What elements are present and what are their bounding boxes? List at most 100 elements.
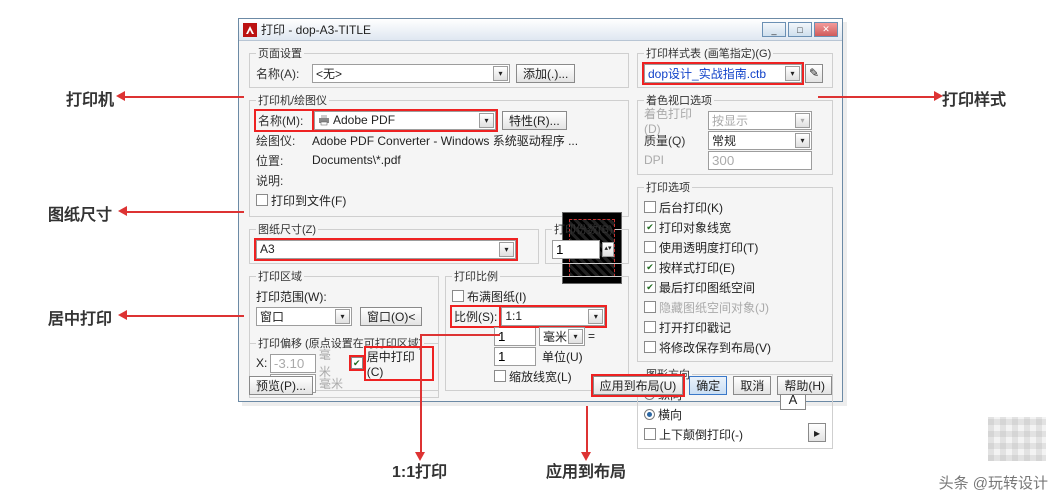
plot-styles-label: 按样式打印(E) (659, 259, 735, 276)
button-bar: 预览(P)... 应用到布局(U) 确定 取消 帮助(H) (249, 376, 832, 395)
arrow-line (586, 406, 588, 452)
page-name-label: 名称(A): (256, 65, 312, 82)
annotation-scale: 1:1打印 (392, 458, 447, 482)
upside-down-label: 上下颠倒打印(-) (659, 426, 743, 443)
apply-to-layout-button[interactable]: 应用到布局(U) (593, 376, 684, 395)
cancel-button[interactable]: 取消 (733, 376, 771, 395)
preview-button[interactable]: 预览(P)... (249, 376, 313, 395)
copies-input[interactable] (552, 240, 600, 259)
plot-style-table-legend: 打印样式表 (画笔指定)(G) (644, 45, 773, 61)
background-plot-label: 后台打印(K) (659, 199, 723, 216)
scale-num2-input[interactable] (494, 347, 536, 366)
plot-style-value: dop设计_实战指南.ctb (648, 65, 766, 82)
paper-size-combo[interactable]: A3 ▾ (256, 240, 516, 259)
plot-style-edit-button[interactable]: ✎ (805, 64, 823, 83)
quality-combo[interactable]: 常规▾ (708, 131, 812, 150)
offset-x-input (270, 354, 316, 373)
shade-plot-value: 按显示 (712, 112, 748, 129)
copies-legend: 打印份数(B) (552, 221, 615, 237)
arrow-head-icon (118, 206, 127, 216)
chevron-down-icon: ▾ (568, 329, 583, 344)
arrow-head-icon (934, 91, 943, 101)
plot-stamp-label: 打开打印戳记 (659, 319, 731, 336)
save-changes-label: 将修改保存到布局(V) (659, 339, 771, 356)
plot-styles-checkbox[interactable] (644, 261, 656, 273)
scale-unit1-combo[interactable]: 毫米▾ (539, 327, 585, 346)
hide-paperspace-label: 隐藏图纸空间对象(J) (659, 299, 769, 316)
plot-scale-legend: 打印比例 (452, 268, 500, 284)
chevron-right-icon: ▸ (814, 426, 820, 440)
hide-paperspace-checkbox (644, 301, 656, 313)
scale-ratio-label: 比例(S): (452, 307, 499, 326)
center-plot-checkbox[interactable] (351, 357, 363, 369)
page-name-value: <无> (316, 65, 342, 82)
desc-label: 说明: (256, 172, 312, 189)
plot-area-legend: 打印区域 (256, 268, 304, 284)
background-plot-checkbox[interactable] (644, 201, 656, 213)
chevron-down-icon: ▾ (785, 66, 800, 81)
plot-options-legend: 打印选项 (644, 179, 692, 195)
annotation-apply: 应用到布局 (546, 458, 626, 482)
scale-num1-input[interactable] (494, 327, 536, 346)
close-button[interactable]: ✕ (814, 22, 838, 37)
window-pick-button[interactable]: 窗口(O)< (360, 307, 422, 326)
dpi-label: DPI (644, 153, 708, 167)
chevron-down-icon: ▾ (499, 242, 514, 257)
plot-range-combo[interactable]: 窗口▾ (256, 307, 352, 326)
printer-properties-button[interactable]: 特性(R)... (502, 111, 567, 130)
ok-button[interactable]: 确定 (689, 376, 727, 395)
help-button[interactable]: 帮助(H) (777, 376, 832, 395)
plot-range-value: 窗口 (260, 308, 284, 325)
landscape-label: 横向 (658, 406, 682, 423)
dpi-input (708, 151, 812, 170)
page-name-combo[interactable]: <无> ▾ (312, 64, 510, 83)
arrow-line (126, 315, 244, 317)
upside-down-checkbox[interactable] (644, 428, 656, 440)
fit-to-paper-label: 布满图纸(I) (467, 288, 526, 305)
add-button[interactable]: 添加(.)... (516, 64, 575, 83)
center-plot-label: 居中打印(C) (366, 348, 432, 379)
plot-options-group: 打印选项 后台打印(K) 打印对象线宽 使用透明度打印(T) 按样式打印(E) … (637, 179, 833, 362)
scale-ratio-combo[interactable]: 1:1▾ (501, 307, 605, 326)
printer-name-value: Adobe PDF (333, 113, 395, 127)
titlebar: 打印 - dop-A3-TITLE _ □ ✕ (239, 19, 842, 41)
plot-stamp-checkbox[interactable] (644, 321, 656, 333)
copies-spinner[interactable]: ▴▾ (602, 242, 614, 257)
paperspace-last-checkbox[interactable] (644, 281, 656, 293)
copies-group: 打印份数(B) ▴▾ (545, 221, 629, 264)
plotter-label: 绘图仪: (256, 132, 312, 149)
maximize-button[interactable]: □ (788, 22, 812, 37)
app-logo-icon (243, 23, 257, 37)
pencil-icon: ✎ (809, 66, 819, 80)
arrow-head-icon (118, 310, 127, 320)
equals-label: = (588, 329, 595, 343)
arrow-line (818, 96, 936, 98)
expand-button[interactable]: ▸ (808, 423, 826, 442)
printer-name-label: 名称(M): (256, 111, 312, 130)
plot-to-file-checkbox[interactable] (256, 194, 268, 206)
plot-lineweights-label: 打印对象线宽 (659, 219, 731, 236)
annotation-center: 居中打印 (48, 305, 112, 329)
save-changes-checkbox[interactable] (644, 341, 656, 353)
plot-lineweights-checkbox[interactable] (644, 221, 656, 233)
plotter-value: Adobe PDF Converter - Windows 系统驱动程序 ... (312, 132, 578, 149)
scale-unit1-value: 毫米 (543, 328, 567, 345)
paper-size-group: 图纸尺寸(Z) A3 ▾ (249, 221, 539, 264)
chevron-down-icon: ▾ (795, 133, 810, 148)
shaded-viewport-group: 着色视口选项 着色打印(D)按显示▾ 质量(Q)常规▾ DPI (637, 92, 833, 175)
paperspace-last-label: 最后打印图纸空间 (659, 279, 755, 296)
plot-style-table-group: 打印样式表 (画笔指定)(G) dop设计_实战指南.ctb ▾ ✎ (637, 45, 833, 88)
arrow-line (126, 211, 244, 213)
plot-style-combo[interactable]: dop设计_实战指南.ctb ▾ (644, 64, 802, 83)
plot-to-file-label: 打印到文件(F) (271, 192, 346, 209)
plot-transparency-checkbox[interactable] (644, 241, 656, 253)
minimize-button[interactable]: _ (762, 22, 786, 37)
paper-size-legend: 图纸尺寸(Z) (256, 221, 318, 237)
fit-to-paper-checkbox[interactable] (452, 290, 464, 302)
arrow-line (124, 96, 244, 98)
landscape-radio[interactable] (644, 409, 655, 420)
printer-icon (318, 114, 330, 126)
watermark: 头条 @玩转设计 (939, 472, 1048, 493)
printer-name-combo[interactable]: Adobe PDF ▾ (314, 111, 496, 130)
scale-unit-label: 单位(U) (542, 348, 583, 365)
